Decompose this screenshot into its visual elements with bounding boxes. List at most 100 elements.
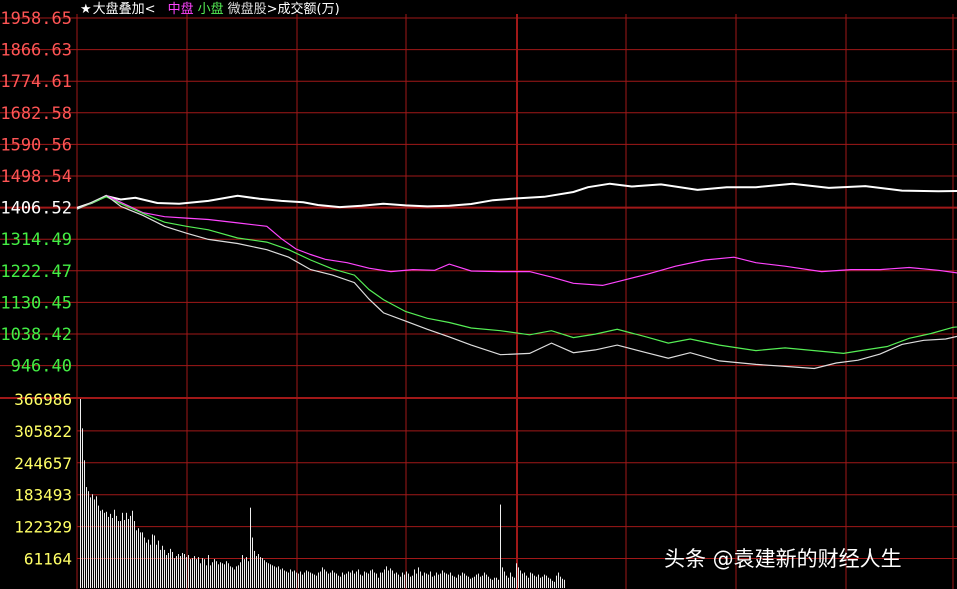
volume-bar: [506, 575, 507, 588]
volume-bar: [326, 571, 327, 588]
volume-bar: [516, 563, 517, 588]
volume-bar: [146, 542, 147, 588]
volume-bar: [186, 557, 187, 588]
volume-bar: [166, 555, 167, 588]
volume-bar: [422, 575, 423, 588]
volume-bar: [278, 566, 279, 588]
volume-bar: [280, 569, 281, 588]
volume-bar: [544, 574, 545, 588]
volume-bar: [514, 577, 515, 588]
volume-bar: [450, 572, 451, 588]
volume-bar: [308, 571, 309, 588]
volume-bar: [184, 554, 185, 588]
volume-bar: [254, 550, 255, 588]
price-tick-label: 1866.63: [0, 41, 72, 61]
chart-background: [0, 0, 957, 589]
volume-bar: [290, 569, 291, 588]
volume-bar: [552, 580, 553, 588]
volume-bar: [358, 569, 359, 588]
volume-bar: [338, 575, 339, 588]
volume-bar: [456, 577, 457, 588]
volume-bar: [382, 572, 383, 588]
volume-bar: [370, 570, 371, 588]
volume-bar: [174, 558, 175, 588]
volume-bar: [250, 507, 251, 588]
volume-bar: [188, 555, 189, 588]
volume-bar: [372, 569, 373, 588]
volume-bar: [204, 559, 205, 588]
volume-bar: [156, 544, 157, 588]
volume-bar: [216, 561, 217, 588]
volume-bar: [154, 535, 155, 588]
volume-bar: [270, 564, 271, 588]
volume-bar: [108, 516, 109, 588]
volume-bar: [526, 575, 527, 588]
volume-bar: [172, 551, 173, 588]
volume-bar: [354, 573, 355, 588]
volume-bar: [120, 521, 121, 588]
volume-bar: [208, 555, 209, 588]
volume-bar: [272, 565, 273, 588]
volume-bar: [380, 572, 381, 588]
volume-bar: [142, 532, 143, 588]
volume-bar: [288, 572, 289, 588]
volume-bar: [432, 576, 433, 588]
volume-bar: [414, 569, 415, 588]
volume-bar: [530, 572, 531, 588]
volume-bar: [234, 569, 235, 588]
price-tick-label: 1130.45: [0, 293, 72, 313]
volume-bar: [534, 575, 535, 588]
volume-bar: [158, 540, 159, 588]
volume-bar: [436, 572, 437, 588]
volume-bar: [408, 573, 409, 588]
volume-bar: [384, 569, 385, 588]
volume-bar: [218, 564, 219, 588]
volume-bar: [346, 573, 347, 588]
volume-bar: [412, 575, 413, 588]
volume-bar: [168, 552, 169, 588]
header-volume-label: >成交额(万): [267, 1, 340, 17]
volume-bar: [336, 573, 337, 588]
volume-bar: [232, 567, 233, 588]
volume-bar: [560, 576, 561, 588]
volume-bar: [102, 509, 103, 588]
volume-bar: [292, 571, 293, 588]
volume-bar: [310, 572, 311, 588]
volume-bar: [410, 576, 411, 588]
volume-bar: [300, 571, 301, 588]
volume-tick-label: 244657: [14, 454, 72, 473]
volume-bar: [542, 576, 543, 588]
volume-bar: [350, 572, 351, 588]
volume-bar: [444, 572, 445, 588]
volume-bar: [98, 505, 99, 588]
volume-bar: [226, 561, 227, 588]
volume-bar: [458, 574, 459, 588]
volume-bar: [86, 487, 87, 588]
volume-bar: [374, 572, 375, 588]
volume-bar: [286, 571, 287, 588]
volume-bar: [152, 534, 153, 588]
volume-bar: [92, 494, 93, 588]
volume-bar: [138, 528, 139, 588]
volume-bar: [340, 576, 341, 588]
volume-bar: [504, 571, 505, 588]
volume-bar: [564, 579, 565, 588]
volume-bar: [178, 554, 179, 588]
volume-bar: [90, 497, 91, 588]
volume-bar: [480, 576, 481, 588]
volume-bar: [510, 572, 511, 588]
volume-bar: [496, 577, 497, 588]
volume-bar: [82, 428, 83, 588]
volume-bar: [424, 572, 425, 588]
volume-bar: [546, 575, 547, 588]
volume-bar: [344, 574, 345, 588]
volume-bar: [296, 572, 297, 588]
volume-bar: [126, 512, 127, 588]
volume-bar: [394, 573, 395, 588]
volume-bar: [240, 562, 241, 588]
volume-bar: [512, 576, 513, 588]
volume-bar: [464, 573, 465, 588]
volume-bar: [536, 576, 537, 588]
volume-bar: [404, 574, 405, 588]
volume-bar: [94, 499, 95, 588]
